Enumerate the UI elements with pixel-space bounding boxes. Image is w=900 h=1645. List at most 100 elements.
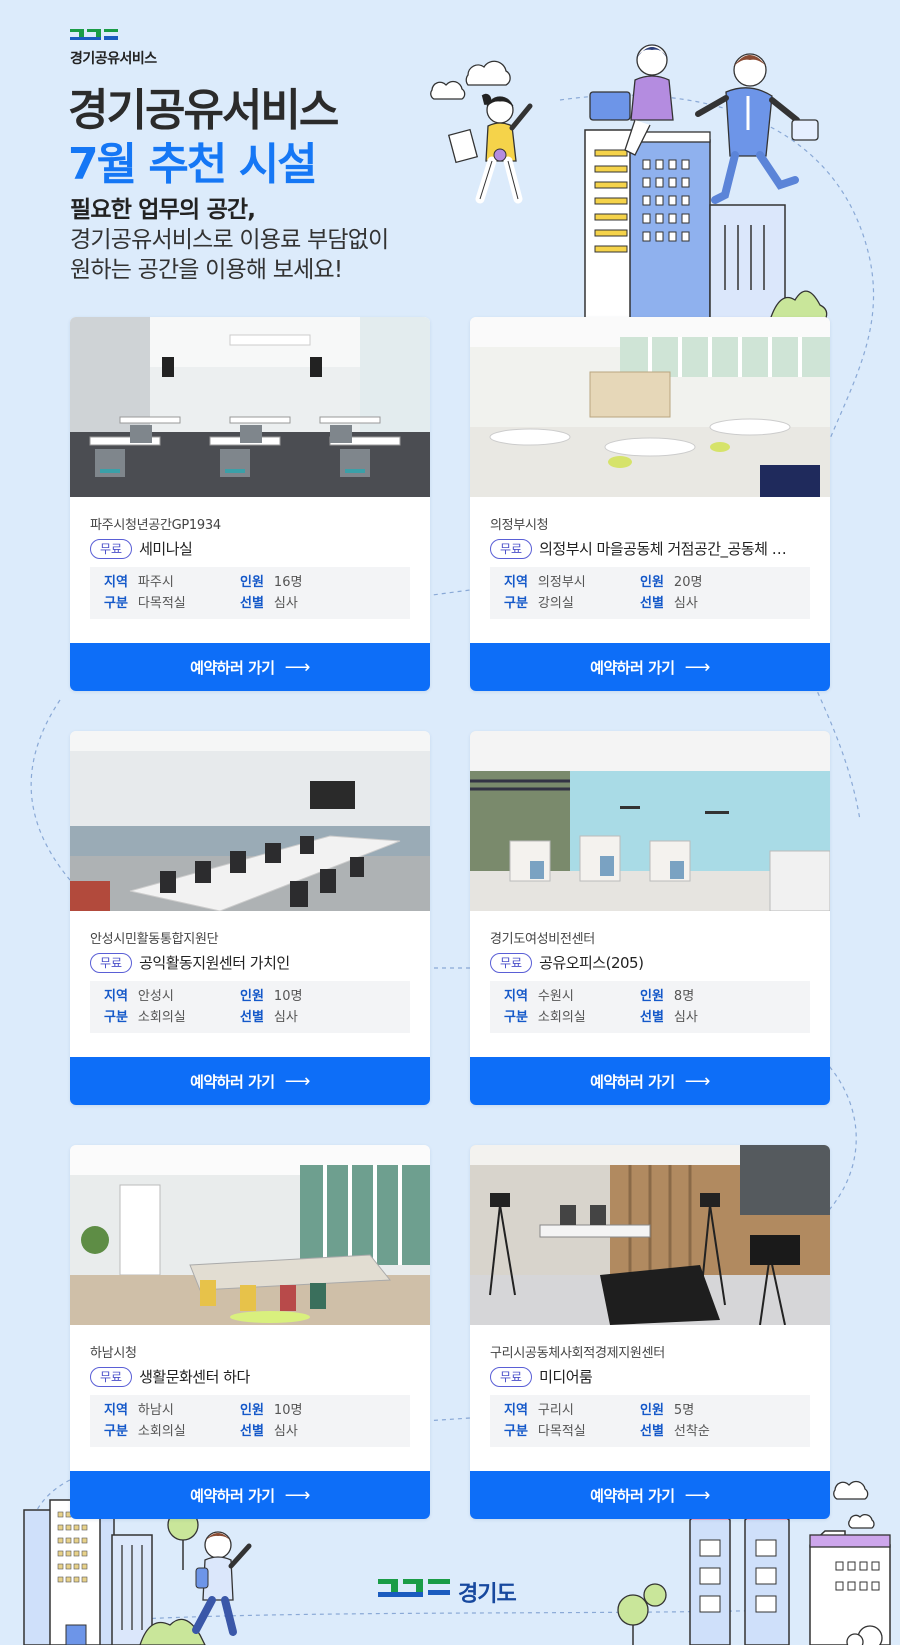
arrow-right-icon: ⟶ [284,1484,311,1506]
category-label: 구분 [504,1423,528,1439]
seminar-room-photo [70,317,430,497]
category-value: 소회의실 [137,1423,186,1439]
arrow-right-icon: ⟶ [684,1484,711,1506]
facility-info: 지역 구리시 인원 5명 구분 다목적실 선별 선착순 [490,1395,810,1447]
capacity-label: 인원 [240,575,264,590]
capacity-value: 8명 [673,989,695,1004]
category-label: 구분 [104,1423,128,1439]
facility-card: 경기도여성비전센터 무료 공유오피스(205) 지역 수원시 인원 8명 구분 소회의… [470,731,830,1105]
capacity-value: 5명 [673,1403,695,1418]
media-room-photo [470,1145,830,1325]
brand-logo-icon [70,29,118,40]
reserve-button[interactable]: 예약하러 가기 ⟶ [70,643,430,691]
selection-value: 선착순 [673,1423,710,1439]
category-value: 소회의실 [137,1009,186,1025]
region-label: 지역 [504,1403,528,1418]
category-label: 구분 [104,595,128,611]
selection-value: 심사 [273,595,298,611]
selection-label: 선별 [240,595,264,611]
reserve-button-label: 예약하러 가기 [590,1486,675,1505]
category-value: 다목적실 [537,1423,586,1439]
facility-name-row: 무료 미디어룸 [490,1366,815,1387]
capacity-label: 인원 [640,989,664,1004]
facility-info: 지역 하남시 인원 10명 구분 소회의실 선별 심사 [90,1395,410,1447]
facility-card: 의정부시청 무료 의정부시 마을공동체 거점공간_공동체 … 지역 의정부시 인원… [470,317,830,691]
category-value: 강의실 [537,595,574,611]
free-badge: 무료 [490,952,533,973]
facility-name: 생활문화센터 하다 [139,1368,250,1386]
category-label: 구분 [104,1009,128,1025]
shared-office-photo [470,731,830,911]
facility-card: 파주시청년공간GP1934 무료 세미나실 지역 파주시 인원 16명 구분 다목적실… [70,317,430,691]
category-label: 구분 [504,1009,528,1025]
selection-value: 심사 [273,1009,298,1025]
region-value: 의정부시 [537,575,586,590]
lecture-room-photo [470,317,830,497]
intro-text: 필요한 업무의 공간, 경기공유서비스로 이용료 부담없이 원하는 공간을 이용… [70,195,389,285]
region-label: 지역 [104,989,128,1004]
facility-name-row: 무료 생활문화센터 하다 [90,1366,415,1387]
capacity-label: 인원 [240,989,264,1004]
region-label: 지역 [504,989,528,1004]
region-label: 지역 [104,575,128,590]
selection-label: 선별 [640,1009,664,1025]
capacity-value: 10명 [273,989,303,1004]
selection-value: 심사 [273,1423,298,1439]
selection-label: 선별 [640,1423,664,1439]
reserve-button-label: 예약하러 가기 [590,658,675,677]
facility-info: 지역 파주시 인원 16명 구분 다목적실 선별 심사 [90,567,410,619]
free-badge: 무료 [490,1366,533,1387]
reserve-button-label: 예약하러 가기 [590,1072,675,1091]
reserve-button[interactable]: 예약하러 가기 ⟶ [70,1471,430,1519]
facility-name: 공유오피스(205) [539,954,644,972]
brand-logo: 경기공유서비스 [70,29,157,68]
reserve-button-label: 예약하러 가기 [190,1486,275,1505]
region-value: 하남시 [137,1403,174,1418]
arrow-right-icon: ⟶ [284,656,311,678]
selection-label: 선별 [640,595,664,611]
region-value: 파주시 [137,575,174,590]
region-value: 안성시 [137,989,174,1004]
intro-line-1: 필요한 업무의 공간, [70,197,256,223]
reserve-button[interactable]: 예약하러 가기 ⟶ [470,1471,830,1519]
free-badge: 무료 [90,952,133,973]
facility-card: 하남시청 무료 생활문화센터 하다 지역 하남시 인원 10명 구분 소회의실 선별 심… [70,1145,430,1519]
free-badge: 무료 [90,538,133,559]
category-value: 다목적실 [137,595,186,611]
facility-name: 공익활동지원센터 가치인 [139,954,290,972]
capacity-value: 10명 [273,1403,303,1418]
facility-org: 하남시청 [90,1346,137,1361]
category-label: 구분 [504,595,528,611]
gyeonggi-logo: 경기도 [378,1576,517,1608]
capacity-label: 인원 [240,1403,264,1418]
facility-org: 경기도여성비전센터 [490,932,595,947]
facility-name-row: 무료 의정부시 마을공동체 거점공간_공동체 … [490,538,815,559]
reserve-button-label: 예약하러 가기 [190,1072,275,1091]
meeting-room-photo [70,731,430,911]
facility-org: 구리시공동체사회적경제지원센터 [490,1346,665,1361]
arrow-right-icon: ⟶ [684,1070,711,1092]
facility-name-row: 무료 세미나실 [90,538,415,559]
facility-org: 안성시민활동통합지원단 [90,932,219,947]
capacity-label: 인원 [640,575,664,590]
reserve-button[interactable]: 예약하러 가기 ⟶ [470,643,830,691]
capacity-value: 16명 [273,575,303,590]
selection-value: 심사 [673,1009,698,1025]
facility-card: 구리시공동체사회적경제지원센터 무료 미디어룸 지역 구리시 인원 5명 구분 다목적… [470,1145,830,1519]
selection-value: 심사 [673,595,698,611]
facility-name: 세미나실 [139,540,193,558]
facility-name-row: 무료 공익활동지원센터 가치인 [90,952,415,973]
category-value: 소회의실 [537,1009,586,1025]
capacity-value: 20명 [673,575,703,590]
arrow-right-icon: ⟶ [684,656,711,678]
capacity-label: 인원 [640,1403,664,1418]
facility-name: 의정부시 마을공동체 거점공간_공동체 … [539,540,787,558]
culture-room-photo [70,1145,430,1325]
reserve-button[interactable]: 예약하러 가기 ⟶ [470,1057,830,1105]
intro-line-3: 원하는 공간을 이용해 보세요! [70,257,343,283]
facility-name: 미디어룸 [539,1368,593,1386]
selection-label: 선별 [240,1423,264,1439]
reserve-button[interactable]: 예약하러 가기 ⟶ [70,1057,430,1105]
reserve-button-label: 예약하러 가기 [190,658,275,677]
free-badge: 무료 [90,1366,133,1387]
